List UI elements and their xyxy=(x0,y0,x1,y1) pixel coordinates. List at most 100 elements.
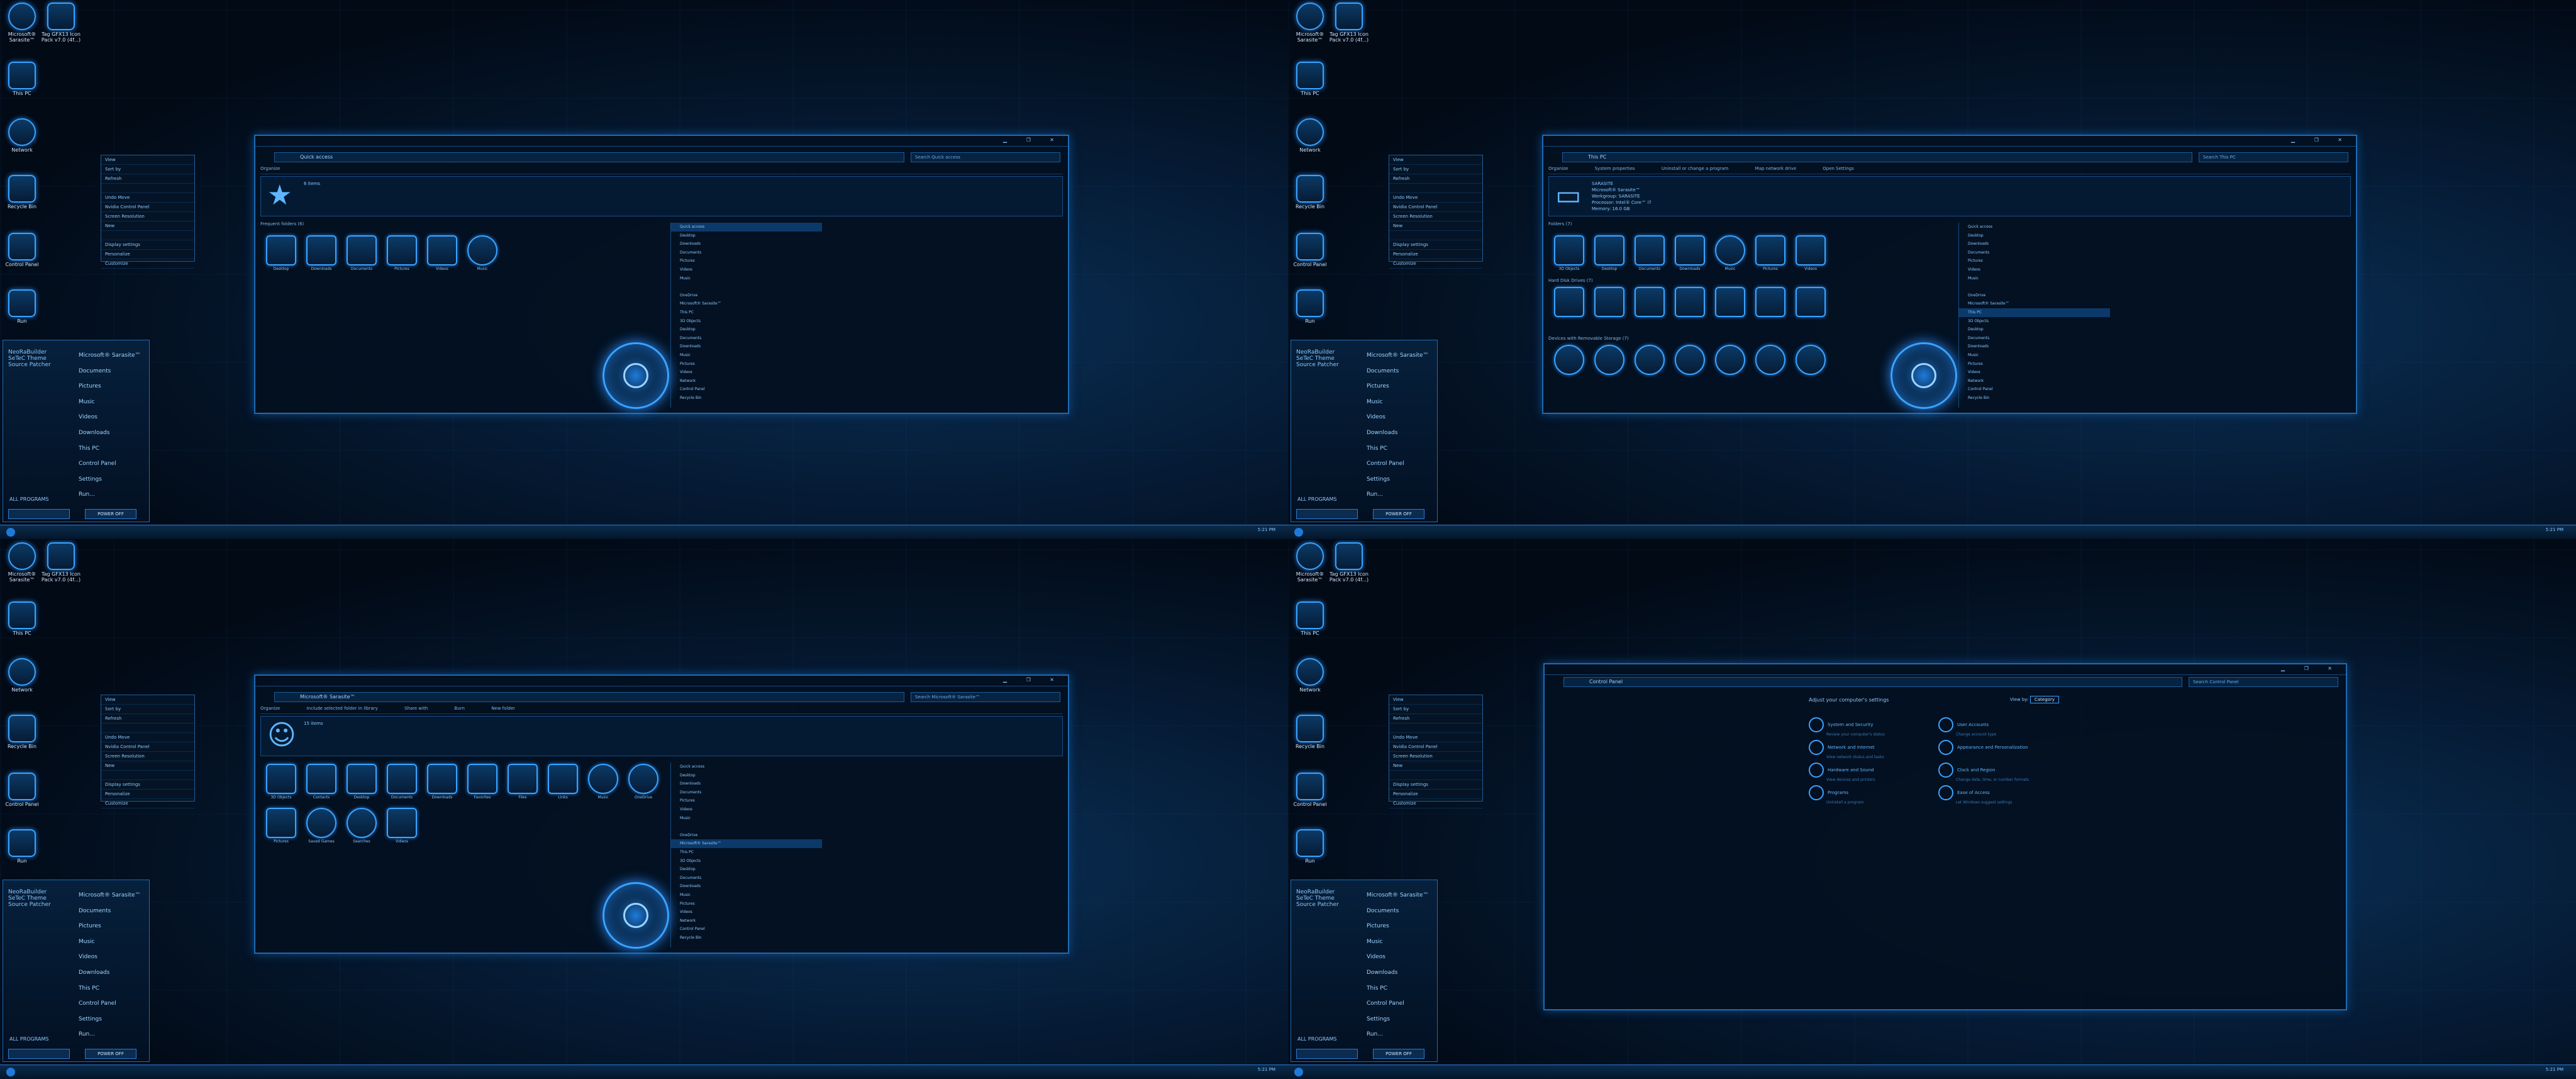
ctx-display[interactable]: Display settings xyxy=(101,780,194,790)
window-controls[interactable]: ▁ ❐ ✕ xyxy=(2291,137,2351,143)
start-item-user[interactable]: Microsoft® Sarasite™ xyxy=(79,348,147,364)
nav-item[interactable]: Quick access xyxy=(671,223,822,232)
drive-item[interactable] xyxy=(1755,287,1786,318)
start-item-documents[interactable]: Documents xyxy=(79,903,147,919)
item-music[interactable]: Music xyxy=(587,764,619,800)
drive-item[interactable] xyxy=(1634,287,1665,318)
removable-item[interactable] xyxy=(1674,345,1706,376)
item-pictures[interactable]: Pictures xyxy=(1755,235,1786,271)
start-item-run[interactable]: Run... xyxy=(1367,1027,1435,1043)
map-network-drive-button[interactable]: Map network drive xyxy=(1755,166,1796,171)
item-desktop[interactable]: Desktop xyxy=(265,235,297,271)
desktop-icon-this-pc[interactable]: This PC xyxy=(0,62,44,96)
nav-item[interactable]: Downloads xyxy=(671,882,822,891)
ctx-display[interactable]: Display settings xyxy=(1389,780,1482,790)
start-item-downloads[interactable]: Downloads xyxy=(1367,425,1435,441)
start-item-pictures[interactable]: Pictures xyxy=(1367,379,1435,394)
address-bar[interactable]: Control Panel xyxy=(1563,677,2182,687)
system-properties-button[interactable]: System properties xyxy=(1595,166,1635,171)
nav-item[interactable]: Pictures xyxy=(671,360,822,369)
search-input[interactable]: Search This PC xyxy=(2199,152,2348,162)
item-videos[interactable]: Videos xyxy=(386,808,418,844)
ctx-nvidia[interactable]: Nvidia Control Panel xyxy=(101,203,194,212)
start-item-control-panel[interactable]: Control Panel xyxy=(79,456,147,472)
ctx-customize[interactable]: Customize xyxy=(1389,799,1482,808)
start-item-music[interactable]: Music xyxy=(1367,394,1435,410)
nav-item[interactable]: Desktop xyxy=(671,865,822,874)
start-item-documents[interactable]: Documents xyxy=(1367,364,1435,379)
nav-item[interactable]: Music xyxy=(671,274,822,283)
desktop-icon-this-pc[interactable]: This PC xyxy=(0,601,44,636)
nav-item[interactable]: Microsoft® Sarasite™ xyxy=(671,839,822,848)
removable-item[interactable] xyxy=(1795,345,1826,376)
item-desktop[interactable]: Desktop xyxy=(1594,235,1625,271)
nav-item[interactable]: Music xyxy=(1959,274,2110,283)
item-documents[interactable]: Documents xyxy=(1634,235,1665,271)
address-bar[interactable]: Quick access xyxy=(274,152,904,162)
start-item-pictures[interactable]: Pictures xyxy=(79,919,147,934)
nav-item[interactable]: Documents xyxy=(671,334,822,343)
start-item-pictures[interactable]: Pictures xyxy=(79,379,147,394)
start-item-this-pc[interactable]: This PC xyxy=(1367,441,1435,457)
desktop-icon-network[interactable]: Network xyxy=(1288,658,1332,693)
desktop-icon-iconpack[interactable]: Tag GFX13 Icon Pack v7.0 (4f...) xyxy=(1327,3,1371,43)
item-files[interactable]: Files xyxy=(507,764,538,800)
nav-item[interactable]: OneDrive xyxy=(1959,291,2110,300)
desktop-icon-network[interactable]: Network xyxy=(0,118,44,153)
desktop-icon-iconpack[interactable]: Tag GFX13 Icon Pack v7.0 (4f...) xyxy=(1327,542,1371,583)
organize-button[interactable]: Organize xyxy=(260,166,280,171)
ctx-undo[interactable]: Undo Move xyxy=(1389,193,1482,203)
nav-item[interactable]: Videos xyxy=(1959,266,2110,274)
nav-item[interactable]: Desktop xyxy=(671,232,822,240)
start-item-settings[interactable]: Settings xyxy=(1367,1012,1435,1027)
nav-item[interactable]: Network xyxy=(671,377,822,386)
nav-item[interactable]: 3D Objects xyxy=(671,857,822,866)
nav-item[interactable]: Documents xyxy=(671,788,822,797)
organize-button[interactable]: Organize xyxy=(260,706,280,711)
nav-item[interactable]: Recycle Bin xyxy=(671,934,822,942)
start-item-user[interactable]: Microsoft® Sarasite™ xyxy=(1367,348,1435,364)
cp-network-internet[interactable]: Network and Internet View network status … xyxy=(1809,740,1884,759)
item-music[interactable]: Music xyxy=(1714,235,1746,271)
start-item-control-panel[interactable]: Control Panel xyxy=(1367,996,1435,1012)
nav-item[interactable]: Documents xyxy=(1959,249,2110,257)
nav-item[interactable]: 3D Objects xyxy=(671,317,822,326)
nav-item[interactable]: Quick access xyxy=(671,763,822,771)
desktop-icon-this-pc[interactable]: This PC xyxy=(1288,601,1332,636)
nav-item[interactable]: Pictures xyxy=(1959,360,2110,369)
ctx-new[interactable]: New xyxy=(101,221,194,231)
nav-item[interactable]: Videos xyxy=(671,266,822,274)
item-3d-objects[interactable]: 3D Objects xyxy=(265,764,297,800)
start-item-this-pc[interactable]: This PC xyxy=(79,981,147,997)
ctx-resolution[interactable]: Screen Resolution xyxy=(1389,752,1482,761)
address-bar[interactable]: Microsoft® Sarasite™ xyxy=(274,692,904,702)
start-item-user[interactable]: Microsoft® Sarasite™ xyxy=(1367,888,1435,903)
all-programs-button[interactable]: ALL PROGRAMS xyxy=(1297,496,1337,502)
ctx-view[interactable]: View xyxy=(101,695,194,705)
desktop-icon-run[interactable]: Run xyxy=(0,289,44,324)
drive-item[interactable] xyxy=(1714,287,1746,318)
start-search-input[interactable] xyxy=(8,509,70,519)
nav-item[interactable]: Music xyxy=(671,891,822,900)
drive-item[interactable] xyxy=(1553,287,1585,318)
item-downloads[interactable]: Downloads xyxy=(426,764,458,800)
start-item-run[interactable]: Run... xyxy=(1367,487,1435,503)
start-search-input[interactable] xyxy=(8,1049,70,1059)
ctx-new[interactable]: New xyxy=(1389,761,1482,771)
start-item-control-panel[interactable]: Control Panel xyxy=(1367,456,1435,472)
ctx-sort[interactable]: Sort by xyxy=(101,165,194,174)
removable-item[interactable] xyxy=(1755,345,1786,376)
new-folder-button[interactable]: New folder xyxy=(491,706,515,711)
ctx-nvidia[interactable]: Nvidia Control Panel xyxy=(1389,203,1482,212)
nav-item[interactable]: Desktop xyxy=(1959,325,2110,334)
ctx-undo[interactable]: Undo Move xyxy=(101,733,194,742)
nav-item[interactable]: This PC xyxy=(1959,308,2110,317)
nav-item[interactable]: Pictures xyxy=(671,900,822,908)
cp-appearance[interactable]: Appearance and Personalization xyxy=(1938,740,2028,755)
nav-item[interactable]: Videos xyxy=(671,368,822,377)
desktop-icon-control-panel[interactable]: Control Panel xyxy=(0,233,44,267)
ctx-undo[interactable]: Undo Move xyxy=(101,193,194,203)
item-searches[interactable]: Searches xyxy=(346,808,377,844)
include-in-library-button[interactable]: Include selected folder in library xyxy=(307,706,378,711)
ctx-sort[interactable]: Sort by xyxy=(101,705,194,714)
